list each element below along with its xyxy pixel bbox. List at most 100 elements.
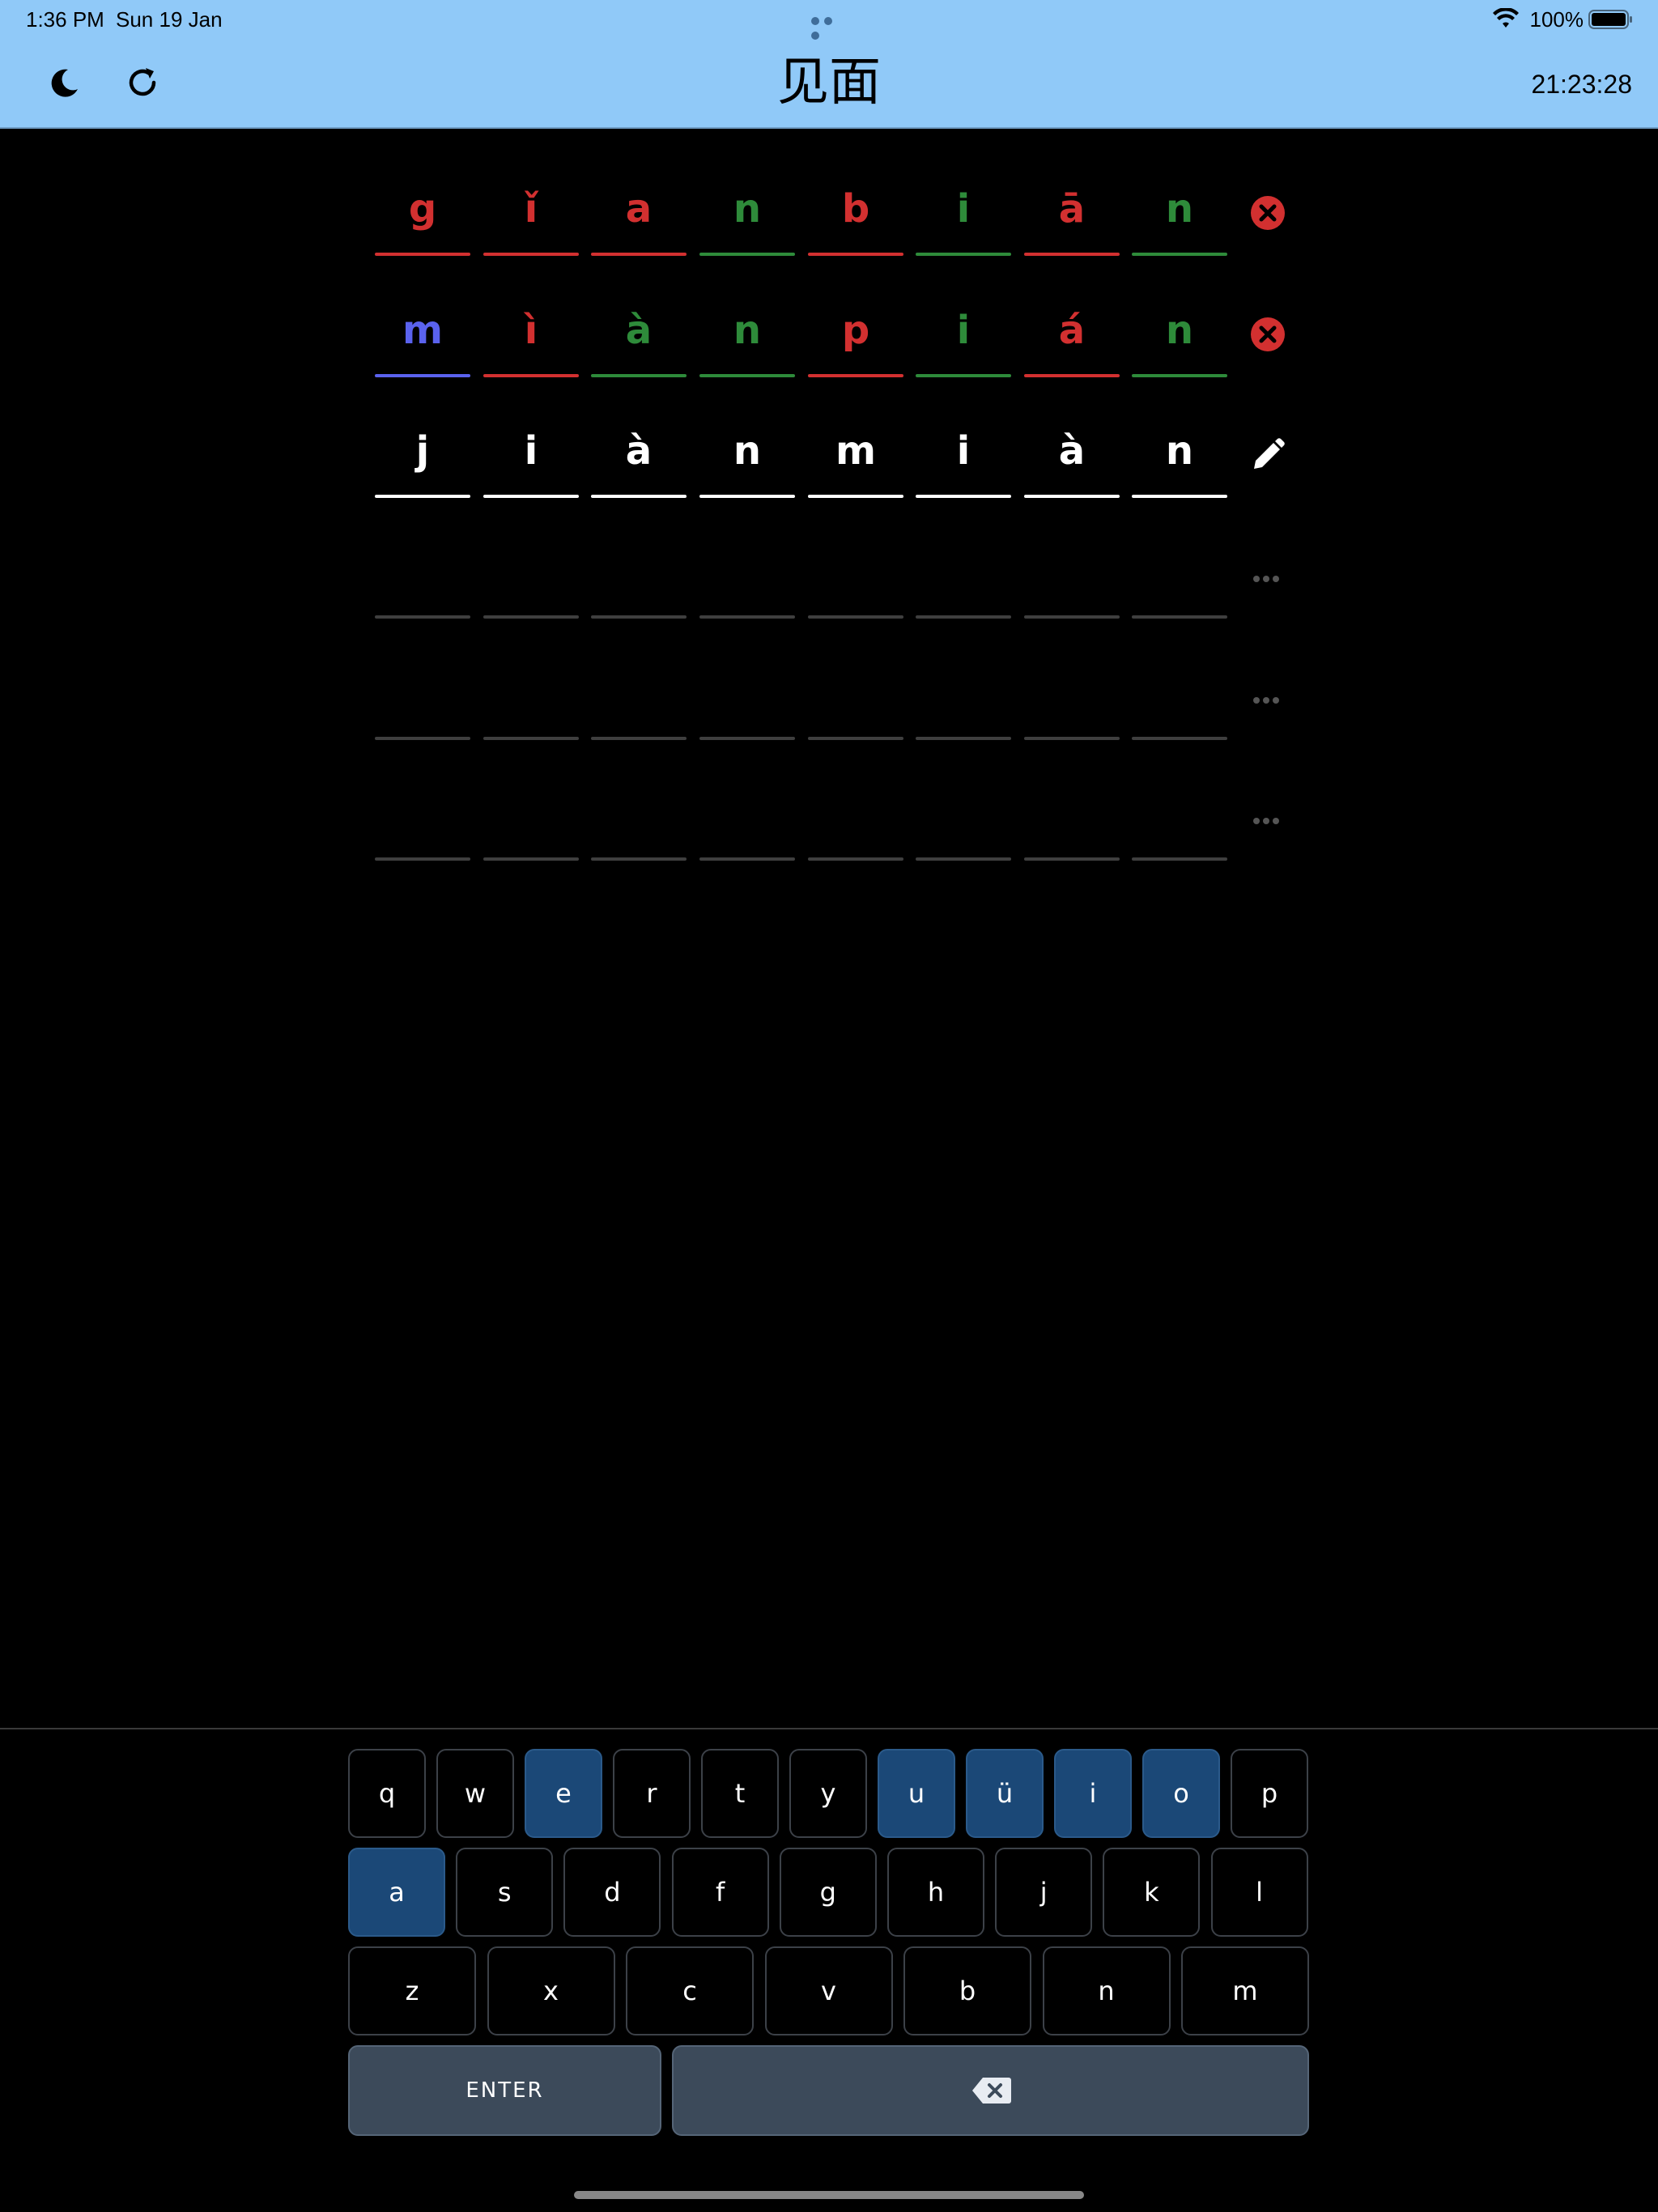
cell-underline (808, 615, 903, 619)
guess-row (375, 773, 1290, 895)
cell-letter: j (415, 428, 430, 474)
cell-letter: i (524, 428, 538, 474)
guess-row: mìànpián (375, 290, 1290, 411)
letter-cell (808, 531, 903, 622)
key-c[interactable]: c (626, 1946, 754, 2035)
cell-underline (699, 737, 795, 740)
key-a[interactable]: a (348, 1848, 445, 1937)
cell-letter: à (625, 308, 653, 353)
cell-letter: n (733, 428, 762, 474)
cell-underline (483, 253, 579, 256)
key-q[interactable]: q (348, 1749, 426, 1838)
guess-row: jiànmiàn (375, 410, 1290, 532)
cell-letter: m (835, 428, 876, 474)
letter-cell (375, 531, 470, 622)
key-t[interactable]: t (701, 1749, 779, 1838)
letter-cell (808, 653, 903, 743)
letter-cell (375, 773, 470, 864)
cell-underline (808, 857, 903, 861)
key-g[interactable]: g (779, 1848, 877, 1937)
letter-cell (591, 773, 687, 864)
cell-underline (699, 253, 795, 256)
key-n[interactable]: n (1042, 1946, 1171, 2035)
cell-underline (916, 253, 1011, 256)
key-m[interactable]: m (1181, 1946, 1309, 2035)
app-header: 1:36 PM Sun 19 Jan 100% 见面 21:23:28 (0, 0, 1658, 129)
letter-cell (699, 531, 795, 622)
key-x[interactable]: x (487, 1946, 615, 2035)
key-p[interactable]: p (1231, 1749, 1308, 1838)
key-ü[interactable]: ü (966, 1749, 1044, 1838)
key-l[interactable]: l (1210, 1848, 1308, 1937)
enter-button[interactable]: ENTER (348, 2045, 661, 2136)
cell-underline (916, 615, 1011, 619)
cell-letter: m (402, 308, 443, 353)
cell-underline (375, 495, 470, 498)
cell-underline (1024, 615, 1120, 619)
key-j[interactable]: j (995, 1848, 1093, 1937)
cell-underline (916, 374, 1011, 377)
letter-cell: p (808, 290, 903, 381)
backspace-button[interactable] (672, 2045, 1309, 2136)
cell-letter: i (956, 308, 971, 353)
key-f[interactable]: f (671, 1848, 769, 1937)
cell-underline (916, 495, 1011, 498)
letter-cell (699, 653, 795, 743)
cell-underline (483, 495, 579, 498)
cell-underline (375, 737, 470, 740)
letter-cell: j (375, 410, 470, 501)
cell-underline (591, 374, 687, 377)
home-indicator[interactable] (574, 2191, 1084, 2199)
key-o[interactable]: o (1142, 1749, 1220, 1838)
letter-cell (483, 773, 579, 864)
letter-cell (591, 531, 687, 622)
letter-cell (1132, 653, 1227, 743)
cell-underline (375, 253, 470, 256)
cell-underline (699, 615, 795, 619)
x-circle-icon (1251, 317, 1285, 351)
ellipsis-icon (1253, 572, 1286, 582)
keyboard-divider (0, 1728, 1658, 1729)
battery-icon (1588, 10, 1632, 29)
key-h[interactable]: h (887, 1848, 984, 1937)
cell-underline (1024, 857, 1120, 861)
letter-cell: n (1132, 290, 1227, 381)
key-r[interactable]: r (613, 1749, 691, 1838)
cell-underline (808, 374, 903, 377)
key-z[interactable]: z (348, 1946, 476, 2035)
letter-cell: n (699, 168, 795, 259)
key-y[interactable]: y (789, 1749, 867, 1838)
key-e[interactable]: e (525, 1749, 602, 1838)
key-b[interactable]: b (903, 1946, 1031, 2035)
cell-underline (1132, 374, 1227, 377)
key-d[interactable]: d (563, 1848, 661, 1937)
letter-cell (916, 653, 1011, 743)
cell-letter: ǐ (524, 186, 538, 232)
key-s[interactable]: s (456, 1848, 554, 1937)
cell-underline (1024, 253, 1120, 256)
letter-cell: à (1024, 410, 1120, 501)
key-k[interactable]: k (1103, 1848, 1201, 1937)
cell-letter: à (1058, 428, 1086, 474)
cell-underline (483, 737, 579, 740)
pencil-icon (1254, 438, 1285, 469)
cell-letter: g (408, 186, 437, 232)
wifi-icon (1493, 8, 1519, 28)
multitasking-dots-icon[interactable] (811, 15, 847, 40)
cell-underline (591, 253, 687, 256)
cell-letter: a (625, 186, 653, 232)
letter-cell (1024, 531, 1120, 622)
letter-cell (916, 773, 1011, 864)
cell-underline (808, 737, 903, 740)
x-circle-icon (1251, 196, 1285, 230)
key-w[interactable]: w (436, 1749, 514, 1838)
key-u[interactable]: u (878, 1749, 955, 1838)
cell-underline (483, 857, 579, 861)
letter-cell: a (591, 168, 687, 259)
cell-underline (916, 737, 1011, 740)
key-v[interactable]: v (764, 1946, 893, 2035)
key-i[interactable]: i (1054, 1749, 1132, 1838)
cell-letter: i (956, 186, 971, 232)
cell-letter: á (1058, 308, 1086, 353)
cell-underline (591, 615, 687, 619)
